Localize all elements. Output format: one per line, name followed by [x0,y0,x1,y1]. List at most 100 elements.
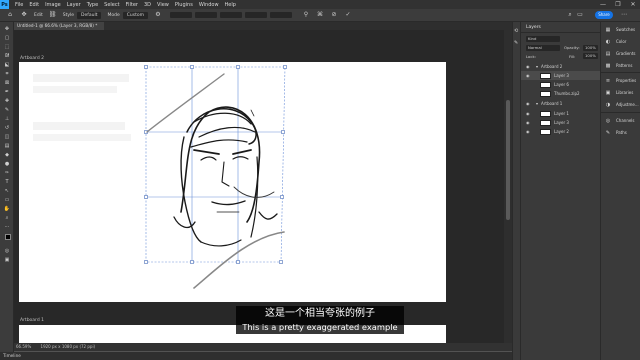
menu-file[interactable]: File [15,2,23,8]
visibility-eye-icon[interactable]: ◉ [526,62,530,71]
screen-mode-icon[interactable]: ▣ [3,257,11,264]
panel-properties[interactable]: ≡ Properties [601,75,640,87]
history-brush-icon[interactable]: ↺ [3,125,11,132]
minimize-icon[interactable]: — [596,0,610,9]
eraser-tool-icon[interactable]: ◫ [3,134,11,141]
panel-adjustments[interactable]: ◑ Adjustme... [601,99,640,111]
shape-tool-icon[interactable]: ▭ [3,197,11,204]
panel-libraries[interactable]: ▣ Libraries [601,87,640,99]
gradient-tool-icon[interactable]: ▤ [3,143,11,150]
link-icon[interactable]: ⛓ [49,11,57,19]
document-info[interactable]: 1920 px x 1080 px (72 ppi) [41,344,96,349]
foreground-color-swatch[interactable] [5,234,11,240]
path-select-icon[interactable]: ↖ [3,188,11,195]
move-tool-icon[interactable]: ✥ [20,11,28,19]
brush-settings-icon[interactable]: ✎ [514,40,518,46]
layer-filter-dropdown[interactable]: Kind [526,36,560,42]
warp-icon[interactable]: ⌘ [316,11,324,19]
menu-layer[interactable]: Layer [67,2,81,8]
menu-filter[interactable]: Filter [126,2,138,8]
maximize-icon[interactable]: ❐ [611,0,625,9]
field-4[interactable] [245,12,267,18]
cancel-transform-icon[interactable]: ⊘ [330,11,338,19]
frame-tool-icon[interactable]: ⊠ [3,80,11,87]
menu-view[interactable]: View [157,2,169,8]
panel-patterns[interactable]: ▩ Patterns [601,60,640,72]
panel-gradients[interactable]: ▤ Gradients [601,48,640,60]
menu-type[interactable]: Type [87,2,98,8]
layer-row[interactable]: ◉ ▾ Artboard 2 [521,62,601,71]
artboard-1-label[interactable]: Artboard 1 [20,318,44,323]
more-tools-icon[interactable]: ⋯ [3,224,11,231]
marquee-tool-icon[interactable]: ⬚ [3,44,11,51]
chevron-down-icon[interactable]: ▾ [536,62,538,71]
layer-row[interactable]: ◉ Layer 2 [521,127,601,136]
healing-brush-icon[interactable]: ✚ [3,98,11,105]
lasso-tool-icon[interactable]: ᘛ [3,53,11,60]
menu-edit[interactable]: Edit [29,2,39,8]
layer-row[interactable]: ◉ Layer 1 [521,109,601,118]
field-3[interactable] [220,12,242,18]
menu-help[interactable]: Help [225,2,236,8]
move-tool-icon[interactable]: ✥ [3,26,11,33]
puppet-warp-icon[interactable]: ⚲ [302,11,310,19]
dodge-tool-icon[interactable]: ● [3,161,11,168]
blur-tool-icon[interactable]: ◆ [3,152,11,159]
hand-tool-icon[interactable]: ✋ [3,206,11,213]
scrollbar-thumb[interactable] [506,100,510,220]
layer-row[interactable]: ◉ ▾ Artboard 1 [521,99,601,108]
document-tab[interactable]: Untitled-1 @ 66.6% (Layer 3, RGB/8) * [14,22,104,30]
type-tool-icon[interactable]: T [3,179,11,186]
layer-row[interactable]: Thumbs.zip2 [521,89,601,98]
history-icon[interactable]: ⟲ [514,28,518,34]
visibility-eye-icon[interactable]: ◉ [526,99,530,108]
menu-3d[interactable]: 3D [144,2,151,8]
zoom-level[interactable]: 66.59% [16,344,31,349]
layers-panel-title[interactable]: Layers [521,22,600,33]
home-icon[interactable]: ⌂ [6,11,14,19]
field-1[interactable] [170,12,192,18]
fill-field[interactable]: 100% [583,53,598,59]
layer-row[interactable]: ◉ Layer 3 [521,118,601,127]
style-dropdown[interactable]: Default [77,11,102,19]
object-select-icon[interactable]: ⬕ [3,62,11,69]
search-icon[interactable]: ⌕ [566,11,574,19]
share-button[interactable]: Share [595,11,613,19]
vertical-scrollbar[interactable] [504,30,512,343]
settings-icon[interactable]: ⚙ [154,11,162,19]
canvas-area[interactable]: Artboard 2 Artboard 1 [14,30,504,343]
commit-transform-icon[interactable]: ✓ [344,11,352,19]
opacity-field[interactable]: 100% [583,45,598,51]
menu-image[interactable]: Image [45,2,61,8]
menu-select[interactable]: Select [104,2,119,8]
visibility-eye-icon[interactable]: ◉ [526,118,530,127]
eyedropper-icon[interactable]: ✒ [3,89,11,96]
blend-mode-dropdown[interactable]: Normal [526,45,560,51]
close-icon[interactable]: ✕ [626,0,640,9]
visibility-eye-icon[interactable]: ◉ [526,71,530,80]
clone-stamp-icon[interactable]: ⊥ [3,116,11,123]
panel-color[interactable]: ◐ Color [601,36,640,48]
menu-window[interactable]: Window [199,2,219,8]
field-2[interactable] [195,12,217,18]
panel-channels[interactable]: ◎ Channels [601,115,640,127]
crop-tool-icon[interactable]: ⌗ [3,71,11,78]
timeline-label[interactable]: Timeline [3,353,21,358]
more-icon[interactable]: ⋯ [620,11,628,19]
pen-tool-icon[interactable]: ✑ [3,170,11,177]
visibility-eye-icon[interactable]: ◉ [526,109,530,118]
workspace-icon[interactable]: ▭ [576,11,584,19]
panel-paths[interactable]: ✎ Paths [601,127,640,139]
artboard-2-label[interactable]: Artboard 2 [20,56,44,61]
field-5[interactable] [270,12,292,18]
layer-row[interactable]: ◉ Layer 3 [521,71,601,80]
mode-dropdown[interactable]: Custom [122,11,148,19]
zoom-tool-icon[interactable]: ⌕ [3,215,11,222]
quick-mask-icon[interactable]: ◎ [3,248,11,255]
layer-row[interactable]: Layer 6 [521,80,601,89]
artboard-tool-icon[interactable]: ▢ [3,35,11,42]
artboard-2[interactable] [19,62,446,302]
menu-plugins[interactable]: Plugins [175,2,193,8]
chevron-down-icon[interactable]: ▾ [536,99,538,108]
brush-tool-icon[interactable]: ✎ [3,107,11,114]
